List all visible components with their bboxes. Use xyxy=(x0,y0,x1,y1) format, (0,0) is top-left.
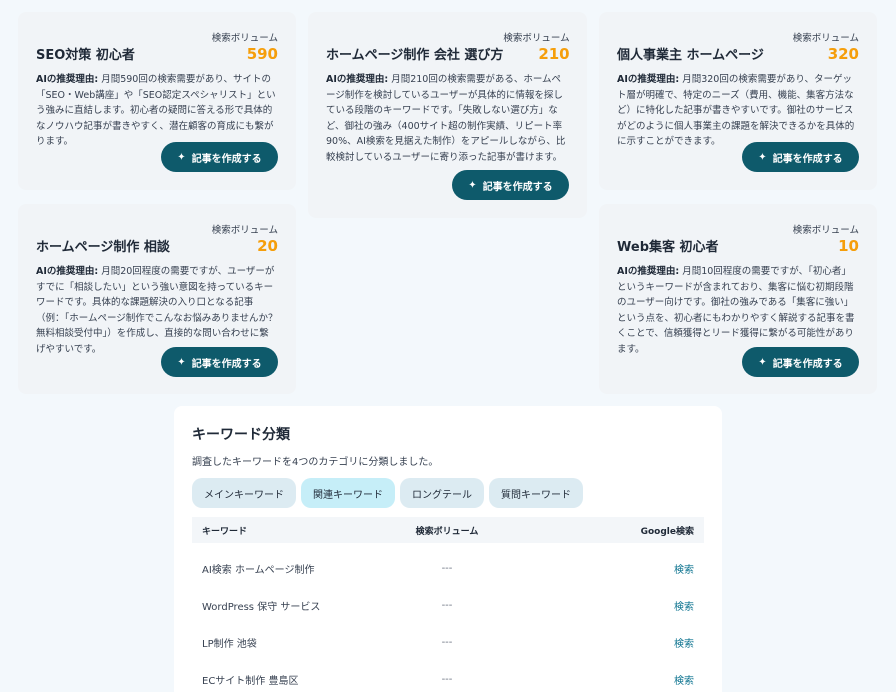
volume-value: 320 xyxy=(827,45,859,63)
table-row: ECサイト制作 豊島区 --- 検索 xyxy=(192,661,704,692)
volume-cell: --- xyxy=(441,600,453,611)
ai-reason: AIの推奨理由: 月間590回の検索需要があり、サイトの「SEO・Web講座」や… xyxy=(36,72,278,150)
search-cell: 検索 xyxy=(492,587,704,624)
card-title: SEO対策 初心者 xyxy=(36,48,135,63)
volume-label: 検索ボリューム xyxy=(792,33,859,44)
ai-reason: AIの推奨理由: 月間10回程度の需要ですが、「初心者」というキーワードが含まれ… xyxy=(617,264,859,357)
create-article-label: 記事を作成する xyxy=(482,181,553,193)
reason-label: AIの推奨理由: xyxy=(617,266,680,277)
reason-label: AIの推奨理由: xyxy=(36,266,99,277)
reason-label: AIの推奨理由: xyxy=(617,74,680,85)
volume-label: 検索ボリューム xyxy=(211,33,278,44)
search-cell: 検索 xyxy=(492,624,704,661)
card-title: 個人事業主 ホームページ xyxy=(617,48,764,63)
table-row: AI検索 ホームページ制作 --- 検索 xyxy=(192,543,704,587)
volume-box: 検索ボリューム 320 xyxy=(793,26,859,63)
create-article-button[interactable]: ✦ 記事を作成する xyxy=(452,170,569,200)
tab-question-keywords[interactable]: 質問キーワード xyxy=(489,478,583,508)
google-search-link[interactable]: 検索 xyxy=(674,602,694,613)
reason-text: 月間20回程度の需要ですが、ユーザーがすでに「相談したい」という強い意図を持って… xyxy=(36,266,278,355)
volume-value: 10 xyxy=(838,237,859,255)
volume-value: 590 xyxy=(246,45,278,63)
volume-box: 検索ボリューム 210 xyxy=(503,26,569,63)
volume-box: 検索ボリューム 590 xyxy=(212,26,278,63)
category-tabs: メインキーワード 関連キーワード ロングテール 質問キーワード xyxy=(192,478,704,508)
create-article-label: 記事を作成する xyxy=(191,358,262,370)
column-header-google-search: Google検索 xyxy=(492,517,704,543)
create-article-label: 記事を作成する xyxy=(772,153,843,165)
keyword-card-seo-beginner: SEO対策 初心者 検索ボリューム 590 AIの推奨理由: 月間590回の検索… xyxy=(18,12,296,190)
volume-value: 210 xyxy=(538,45,570,63)
sparkle-icon: ✦ xyxy=(758,356,767,368)
create-article-label: 記事を作成する xyxy=(772,358,843,370)
create-article-button[interactable]: ✦ 記事を作成する xyxy=(161,142,278,172)
sparkle-icon: ✦ xyxy=(758,151,767,163)
search-cell: 検索 xyxy=(492,661,704,692)
keyword-classification-panel: キーワード分類 調査したキーワードを4つのカテゴリに分類しました。 メインキーワ… xyxy=(174,406,722,692)
volume-box: 検索ボリューム 20 xyxy=(212,218,278,255)
table-row: LP制作 池袋 --- 検索 xyxy=(192,624,704,661)
create-article-button[interactable]: ✦ 記事を作成する xyxy=(161,347,278,377)
reason-label: AIの推奨理由: xyxy=(36,74,99,85)
ai-reason: AIの推奨理由: 月間20回程度の需要ですが、ユーザーがすでに「相談したい」とい… xyxy=(36,264,278,357)
reason-label: AIの推奨理由: xyxy=(326,74,389,85)
ai-reason: AIの推奨理由: 月間210回の検索需要がある、ホームページ制作を検討しているユ… xyxy=(326,72,569,165)
volume-box: 検索ボリューム 10 xyxy=(793,218,859,255)
keyword-table: キーワード 検索ボリューム Google検索 AI検索 ホームページ制作 ---… xyxy=(192,517,704,692)
create-article-button[interactable]: ✦ 記事を作成する xyxy=(742,142,859,172)
card-title: Web集客 初心者 xyxy=(617,240,719,255)
card-title: ホームページ制作 相談 xyxy=(36,240,170,255)
keyword-card-hp-consultation: ホームページ制作 相談 検索ボリューム 20 AIの推奨理由: 月間20回程度の… xyxy=(18,204,296,394)
keyword-card-web-marketing-beginner: Web集客 初心者 検索ボリューム 10 AIの推奨理由: 月間10回程度の需要… xyxy=(599,204,877,394)
volume-label: 検索ボリューム xyxy=(211,225,278,236)
create-article-label: 記事を作成する xyxy=(191,153,262,165)
table-row: WordPress 保守 サービス --- 検索 xyxy=(192,587,704,624)
sparkle-icon: ✦ xyxy=(177,151,186,163)
tab-related-keywords[interactable]: 関連キーワード xyxy=(301,478,395,508)
reason-text: 月間210回の検索需要がある、ホームページ制作を検討しているユーザーが具体的に情… xyxy=(326,74,566,163)
google-search-link[interactable]: 検索 xyxy=(674,676,694,687)
keyword-cell: ECサイト制作 豊島区 xyxy=(202,676,299,687)
keyword-cell: WordPress 保守 サービス xyxy=(202,602,321,613)
volume-cell: --- xyxy=(441,563,453,574)
panel-description: 調査したキーワードを4つのカテゴリに分類しました。 xyxy=(192,457,439,468)
keyword-cell: LP制作 池袋 xyxy=(202,639,257,650)
column-header-keyword: キーワード xyxy=(192,517,402,543)
search-cell: 検索 xyxy=(492,543,704,587)
keyword-card-sole-proprietor: 個人事業主 ホームページ 検索ボリューム 320 AIの推奨理由: 月間320回… xyxy=(599,12,877,190)
keyword-card-hp-company-selection: ホームページ制作 会社 選び方 検索ボリューム 210 AIの推奨理由: 月間2… xyxy=(308,12,587,218)
keyword-cell: AI検索 ホームページ制作 xyxy=(202,565,315,576)
column-header-volume: 検索ボリューム xyxy=(402,517,492,543)
sparkle-icon: ✦ xyxy=(177,356,186,368)
volume-label: 検索ボリューム xyxy=(792,225,859,236)
table-header-row: キーワード 検索ボリューム Google検索 xyxy=(192,517,704,543)
reason-text: 月間10回程度の需要ですが、「初心者」というキーワードが含まれており、集客に悩む… xyxy=(617,266,855,355)
tab-main-keywords[interactable]: メインキーワード xyxy=(192,478,296,508)
volume-label: 検索ボリューム xyxy=(503,33,570,44)
google-search-link[interactable]: 検索 xyxy=(674,639,694,650)
card-title: ホームページ制作 会社 選び方 xyxy=(326,48,504,63)
volume-cell: --- xyxy=(441,674,453,685)
create-article-button[interactable]: ✦ 記事を作成する xyxy=(742,347,859,377)
ai-reason: AIの推奨理由: 月間320回の検索需要があり、ターゲット層が明確で、特定のニー… xyxy=(617,72,859,150)
tab-long-tail[interactable]: ロングテール xyxy=(400,478,484,508)
panel-title: キーワード分類 xyxy=(192,427,290,443)
google-search-link[interactable]: 検索 xyxy=(674,565,694,576)
sparkle-icon: ✦ xyxy=(468,179,477,191)
volume-value: 20 xyxy=(257,237,278,255)
volume-cell: --- xyxy=(441,637,453,648)
